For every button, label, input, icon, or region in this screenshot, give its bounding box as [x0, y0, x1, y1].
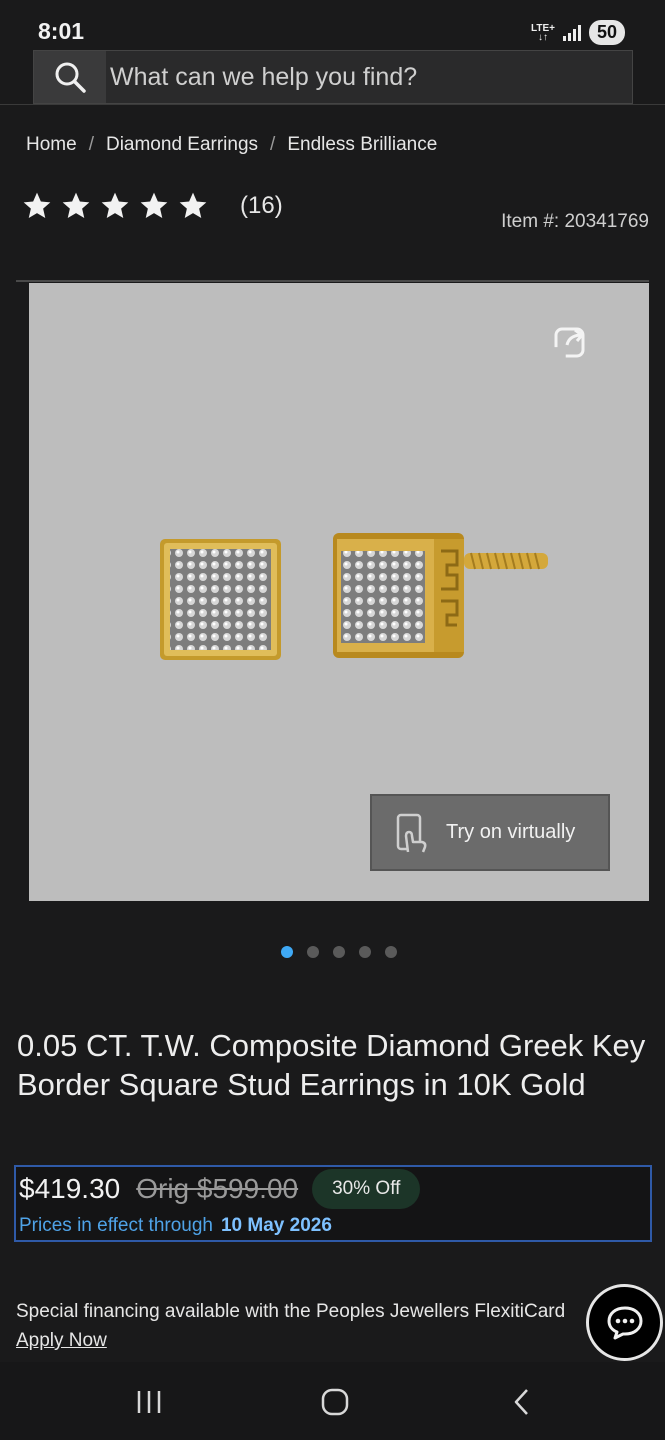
- search-placeholder: What can we help you find?: [110, 62, 418, 91]
- search-input[interactable]: What can we help you find?: [33, 50, 633, 104]
- price-row: $419.30 Orig $599.00 30% Off: [19, 1169, 421, 1209]
- carousel-dots: [281, 946, 397, 958]
- carousel-dot[interactable]: [307, 946, 319, 958]
- product-title: 0.05 CT. T.W. Composite Diamond Greek Ke…: [17, 1028, 646, 1102]
- status-time: 8:01: [38, 18, 85, 44]
- home-icon: [321, 1388, 349, 1416]
- price-effective-note: Prices in effect through 10 May 2026: [19, 1215, 332, 1237]
- breadcrumb-endless-brilliance[interactable]: Endless Brilliance: [287, 134, 437, 156]
- signal-icon: [562, 24, 581, 41]
- network-label: LTE+: [530, 22, 555, 34]
- search-icon: [55, 62, 86, 93]
- original-price: Orig $599.00: [136, 1173, 299, 1204]
- carousel-dot[interactable]: [385, 946, 397, 958]
- star-icon: [179, 192, 207, 218]
- star-icon: [140, 192, 168, 218]
- financing-text: Special financing available with the Peo…: [16, 1301, 566, 1322]
- breadcrumb-separator: /: [270, 134, 276, 155]
- price-box: $419.30 Orig $599.00 30% Off Prices in e…: [14, 1165, 652, 1242]
- hand-phone-icon: [396, 813, 427, 852]
- rating-stars: [20, 190, 210, 222]
- star-icon: [101, 192, 129, 218]
- carousel-dot[interactable]: [359, 946, 371, 958]
- apply-now-link[interactable]: Apply Now: [16, 1330, 107, 1352]
- battery-indicator: 50: [588, 20, 625, 45]
- star-icon: [62, 192, 90, 218]
- breadcrumb-diamond-earrings[interactable]: Diamond Earrings: [106, 134, 258, 156]
- price-effective-date: 10 May 2026: [220, 1215, 332, 1236]
- header-divider: [0, 104, 665, 105]
- recents-icon: [137, 1391, 161, 1413]
- home-button[interactable]: [315, 1384, 355, 1420]
- star-icon: [23, 192, 51, 218]
- discount-badge: 30% Off: [312, 1169, 421, 1209]
- price-effective-label: Prices in effect through: [19, 1215, 213, 1236]
- try-on-virtually-button[interactable]: Try on virtually: [370, 794, 610, 871]
- back-icon: [514, 1389, 528, 1415]
- sale-price: $419.30: [19, 1173, 121, 1204]
- chat-button[interactable]: [586, 1284, 663, 1361]
- image-divider: [16, 280, 649, 282]
- search-button[interactable]: [34, 51, 106, 103]
- breadcrumb-separator: /: [88, 134, 94, 155]
- share-icon[interactable]: [553, 323, 589, 359]
- product-image[interactable]: Try on virtually: [29, 283, 649, 901]
- status-icons: LTE+ ↓↑ 50: [531, 20, 625, 45]
- status-bar: 8:01 LTE+ ↓↑ 50: [0, 0, 665, 50]
- carousel-dot[interactable]: [281, 946, 293, 958]
- breadcrumb: Home / Diamond Earrings / Endless Brilli…: [26, 134, 437, 156]
- back-button[interactable]: [502, 1384, 542, 1420]
- item-number: Item #: 20341769: [501, 211, 649, 232]
- network-indicator: LTE+ ↓↑: [530, 22, 555, 43]
- system-nav-bar: [0, 1362, 665, 1440]
- try-on-label: Try on virtually: [446, 821, 576, 843]
- product-rating[interactable]: (16): [20, 190, 283, 222]
- carousel-dot[interactable]: [333, 946, 345, 958]
- chat-icon: [607, 1306, 642, 1339]
- recents-button[interactable]: [129, 1384, 169, 1420]
- breadcrumb-home[interactable]: Home: [26, 134, 77, 156]
- review-count[interactable]: (16): [240, 192, 283, 220]
